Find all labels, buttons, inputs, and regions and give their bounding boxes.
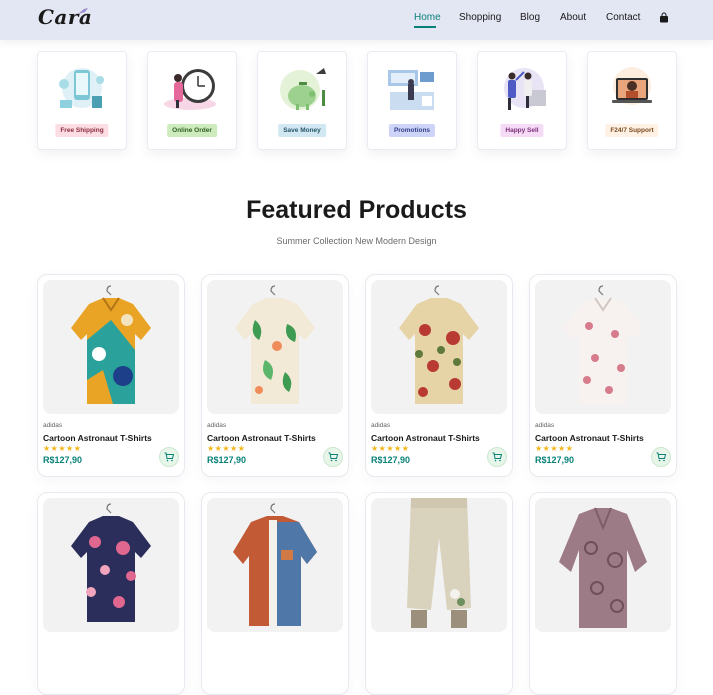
- product-image[interactable]: [535, 280, 671, 414]
- add-to-cart-button[interactable]: [159, 447, 179, 467]
- feature-happy-sell: Happy Sell: [477, 51, 567, 150]
- shopping-bag-icon[interactable]: [659, 12, 669, 23]
- nav-shopping[interactable]: Shopping: [459, 12, 501, 23]
- happy-sell-illustration: [504, 68, 546, 110]
- header: Cara Home Shopping Blog About Contact: [0, 0, 713, 40]
- online-order-illustration: [164, 69, 216, 110]
- product-name: Cartoon Astronaut T-Shirts: [207, 433, 316, 443]
- product-card[interactable]: [529, 492, 677, 695]
- product-brand: adidas: [371, 422, 391, 429]
- product-card[interactable]: [365, 492, 513, 695]
- product-card[interactable]: adidas Cartoon Astronaut T-Shirts ★★★★★ …: [201, 274, 349, 477]
- section-title: Featured Products: [246, 196, 467, 224]
- nav-active-underline: [414, 26, 436, 28]
- shirt-beige-floral-print-image: [399, 285, 479, 404]
- shirt-teal-yellow-print-image: [71, 285, 151, 404]
- product-price: R$127,90: [207, 455, 247, 465]
- feature-save-money: Save Money: [257, 51, 347, 150]
- cart-icon: [328, 452, 338, 462]
- product-image[interactable]: [371, 498, 507, 632]
- product-price: R$127,90: [535, 455, 575, 465]
- save-money-illustration: [280, 68, 326, 110]
- nav-home[interactable]: Home: [414, 12, 441, 23]
- free-shipping-illustration: [59, 68, 104, 108]
- product-card[interactable]: adidas Cartoon Astronaut T-Shirts ★★★★★ …: [37, 274, 185, 477]
- feature-promotions: Promotions: [367, 51, 457, 150]
- product-name: Cartoon Astronaut T-Shirts: [535, 433, 644, 443]
- product-image[interactable]: [535, 498, 671, 632]
- product-card[interactable]: adidas Cartoon Astronaut T-Shirts ★★★★★ …: [529, 274, 677, 477]
- nav-contact[interactable]: Contact: [606, 12, 640, 23]
- cart-icon: [656, 452, 666, 462]
- nav-blog[interactable]: Blog: [520, 12, 540, 23]
- rating-stars: ★★★★★: [43, 444, 82, 453]
- feature-label: Online Order: [167, 124, 217, 137]
- shirt-navy-pink-floral-image: [71, 503, 151, 622]
- product-image[interactable]: [43, 498, 179, 632]
- support-illustration: [612, 67, 652, 105]
- blouse-mauve-print-image: [559, 507, 647, 628]
- feature-online-order: Online Order: [147, 51, 237, 150]
- product-brand: adidas: [43, 422, 63, 429]
- feature-free-shipping: Free Shipping: [37, 51, 127, 150]
- product-card[interactable]: [37, 492, 185, 695]
- product-brand: adidas: [535, 422, 555, 429]
- product-card[interactable]: [201, 492, 349, 695]
- product-name: Cartoon Astronaut T-Shirts: [371, 433, 480, 443]
- product-image[interactable]: [207, 280, 343, 414]
- product-image[interactable]: [43, 280, 179, 414]
- product-price: R$127,90: [371, 455, 411, 465]
- feature-label: Free Shipping: [55, 124, 109, 137]
- add-to-cart-button[interactable]: [651, 447, 671, 467]
- feature-label: Save Money: [278, 124, 326, 137]
- cart-icon: [492, 452, 502, 462]
- product-image[interactable]: [371, 280, 507, 414]
- product-card[interactable]: adidas Cartoon Astronaut T-Shirts ★★★★★ …: [365, 274, 513, 477]
- nav-about[interactable]: About: [560, 12, 586, 23]
- add-to-cart-button[interactable]: [323, 447, 343, 467]
- feature-support: F24/7 Support: [587, 51, 677, 150]
- feature-label: Promotions: [388, 124, 436, 137]
- cart-icon: [164, 452, 174, 462]
- promotions-illustration: [388, 70, 434, 110]
- shirt-cream-leaf-print-image: [235, 285, 315, 404]
- product-brand: adidas: [207, 422, 227, 429]
- feature-label: F24/7 Support: [605, 124, 659, 137]
- product-image[interactable]: [207, 498, 343, 632]
- rating-stars: ★★★★★: [371, 444, 410, 453]
- product-price: R$127,90: [43, 455, 83, 465]
- product-name: Cartoon Astronaut T-Shirts: [43, 433, 152, 443]
- shirt-white-pink-print-image: [563, 285, 643, 404]
- rating-stars: ★★★★★: [535, 444, 574, 453]
- add-to-cart-button[interactable]: [487, 447, 507, 467]
- rating-stars: ★★★★★: [207, 444, 246, 453]
- logo-mark-icon: [78, 8, 88, 14]
- pants-linen-floral-image: [407, 498, 471, 628]
- shirt-orange-denim-image: [233, 503, 317, 626]
- feature-label: Happy Sell: [500, 124, 544, 137]
- section-subtitle: Summer Collection New Modern Design: [276, 236, 437, 246]
